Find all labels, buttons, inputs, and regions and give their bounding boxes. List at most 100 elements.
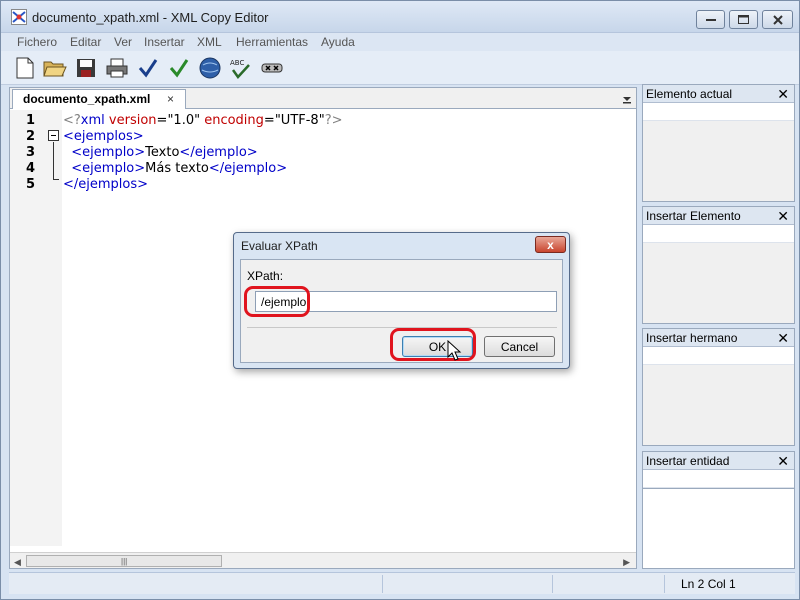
panel-title: Elemento actual bbox=[646, 87, 733, 101]
panel-body bbox=[643, 243, 794, 323]
panel-title: Insertar entidad bbox=[646, 454, 730, 468]
menu-insertar[interactable]: Insertar bbox=[144, 35, 185, 49]
panel-insertar-hermano: Insertar hermano ✕ bbox=[642, 328, 795, 446]
dialog-title: Evaluar XPath bbox=[241, 239, 318, 253]
cancel-button[interactable]: Cancel bbox=[484, 336, 555, 357]
fold-line bbox=[53, 142, 54, 180]
panel-close-icon[interactable]: ✕ bbox=[777, 86, 789, 103]
panel-close-icon[interactable]: ✕ bbox=[777, 208, 789, 225]
scroll-left-icon[interactable]: ◀ bbox=[14, 557, 21, 568]
new-document-icon bbox=[16, 57, 34, 79]
menu-fichero[interactable]: Fichero bbox=[17, 35, 57, 49]
spellcheck-button[interactable]: ABC bbox=[229, 56, 253, 80]
code-line-4: <ejemplo>Más texto</ejemplo> bbox=[71, 161, 288, 176]
svg-text:ABC: ABC bbox=[230, 59, 244, 67]
horizontal-scrollbar[interactable]: ◀ ||| ▶ bbox=[10, 552, 636, 568]
status-cell bbox=[382, 575, 383, 593]
fold-toggle-icon[interactable] bbox=[48, 130, 59, 141]
line-number: 4 bbox=[26, 161, 36, 176]
close-icon bbox=[772, 14, 783, 25]
panel-header: Insertar Elemento ✕ bbox=[643, 207, 794, 225]
print-icon bbox=[106, 58, 128, 78]
close-window-button[interactable] bbox=[762, 10, 793, 29]
panel-title: Insertar Elemento bbox=[646, 209, 741, 223]
minimize-icon bbox=[705, 18, 716, 21]
panel-field[interactable] bbox=[643, 470, 794, 488]
tab-documento[interactable]: documento_xpath.xml × bbox=[12, 89, 186, 109]
browser-icon bbox=[199, 57, 221, 79]
open-button[interactable] bbox=[43, 56, 67, 80]
xpath-dialog: Evaluar XPath x XPath: OK Cancel bbox=[233, 232, 570, 369]
code-line-5: </ejemplos> bbox=[63, 177, 149, 192]
xpath-input[interactable] bbox=[255, 291, 557, 312]
line-number: 1 bbox=[26, 113, 36, 128]
xslt-icon bbox=[261, 63, 283, 73]
check-wellformed-icon bbox=[138, 59, 158, 78]
panel-close-icon[interactable]: ✕ bbox=[777, 330, 789, 347]
panel-close-icon[interactable]: ✕ bbox=[777, 453, 789, 470]
save-icon bbox=[77, 59, 95, 77]
app-window: documento_xpath.xml - XML Copy Editor Fi… bbox=[0, 0, 800, 600]
new-document-button[interactable] bbox=[13, 56, 37, 80]
menu-ayuda[interactable]: Ayuda bbox=[321, 35, 355, 49]
panel-field[interactable] bbox=[643, 225, 794, 243]
fold-end bbox=[53, 179, 59, 180]
tab-label: documento_xpath.xml bbox=[23, 92, 151, 106]
save-button[interactable] bbox=[74, 56, 98, 80]
panel-body[interactable] bbox=[643, 488, 794, 568]
tab-close-icon[interactable]: × bbox=[167, 92, 174, 106]
panel-insertar-entidad: Insertar entidad ✕ bbox=[642, 451, 795, 569]
dialog-separator bbox=[247, 327, 557, 328]
menu-ver[interactable]: Ver bbox=[114, 35, 132, 49]
xpath-label: XPath: bbox=[247, 269, 284, 283]
status-cell bbox=[664, 575, 665, 593]
scroll-grip-icon: ||| bbox=[121, 557, 128, 566]
panel-title: Insertar hermano bbox=[646, 331, 738, 345]
validate-icon bbox=[169, 59, 189, 78]
panel-header: Insertar entidad ✕ bbox=[643, 452, 794, 470]
maximize-icon bbox=[738, 15, 749, 24]
spellcheck-icon: ABC bbox=[230, 59, 250, 79]
tab-bar: documento_xpath.xml × bbox=[10, 88, 636, 109]
line-number-gutter: 1 2 3 4 5 bbox=[10, 110, 62, 546]
line-number: 5 bbox=[26, 177, 36, 192]
panel-field[interactable] bbox=[643, 347, 794, 365]
status-cell bbox=[552, 575, 553, 593]
window-title: documento_xpath.xml - XML Copy Editor bbox=[32, 10, 269, 25]
scroll-thumb[interactable]: ||| bbox=[26, 555, 222, 567]
tab-dropdown-icon[interactable] bbox=[622, 94, 632, 104]
menu-editar[interactable]: Editar bbox=[70, 35, 101, 49]
line-number: 3 bbox=[26, 145, 36, 160]
toolbar: ABC bbox=[1, 51, 799, 85]
app-icon bbox=[11, 9, 27, 25]
minimize-button[interactable] bbox=[696, 10, 725, 29]
maximize-button[interactable] bbox=[729, 10, 758, 29]
panel-body bbox=[643, 365, 794, 445]
title-bar: documento_xpath.xml - XML Copy Editor bbox=[1, 1, 799, 33]
panel-insertar-elemento: Insertar Elemento ✕ bbox=[642, 206, 795, 324]
panel-field[interactable] bbox=[643, 103, 794, 121]
code-line-1: <?xml version="1.0" encoding="UTF-8"?> bbox=[63, 113, 343, 128]
validate-button[interactable] bbox=[167, 56, 191, 80]
line-number: 2 bbox=[26, 129, 36, 144]
check-wellformed-button[interactable] bbox=[136, 56, 160, 80]
menu-xml[interactable]: XML bbox=[197, 35, 222, 49]
xslt-button[interactable] bbox=[260, 56, 284, 80]
mouse-cursor-icon bbox=[447, 340, 462, 361]
cursor-position: Ln 2 Col 1 bbox=[681, 577, 736, 591]
status-bar: Ln 2 Col 1 bbox=[9, 572, 795, 594]
dialog-body: XPath: OK Cancel bbox=[240, 259, 563, 363]
panel-header: Elemento actual ✕ bbox=[643, 85, 794, 103]
scroll-right-icon[interactable]: ▶ bbox=[623, 557, 630, 568]
menu-herramientas[interactable]: Herramientas bbox=[236, 35, 308, 49]
panel-body bbox=[643, 121, 794, 201]
code-line-3: <ejemplo>Texto</ejemplo> bbox=[71, 145, 258, 160]
print-button[interactable] bbox=[105, 56, 129, 80]
browser-button[interactable] bbox=[198, 56, 222, 80]
panel-elemento-actual: Elemento actual ✕ bbox=[642, 84, 795, 202]
dialog-close-button[interactable]: x bbox=[535, 236, 566, 253]
open-folder-icon bbox=[43, 61, 67, 77]
menu-bar: Fichero Editar Ver Insertar XML Herramie… bbox=[1, 33, 799, 51]
code-line-2: <ejemplos> bbox=[63, 129, 144, 144]
panel-header: Insertar hermano ✕ bbox=[643, 329, 794, 347]
